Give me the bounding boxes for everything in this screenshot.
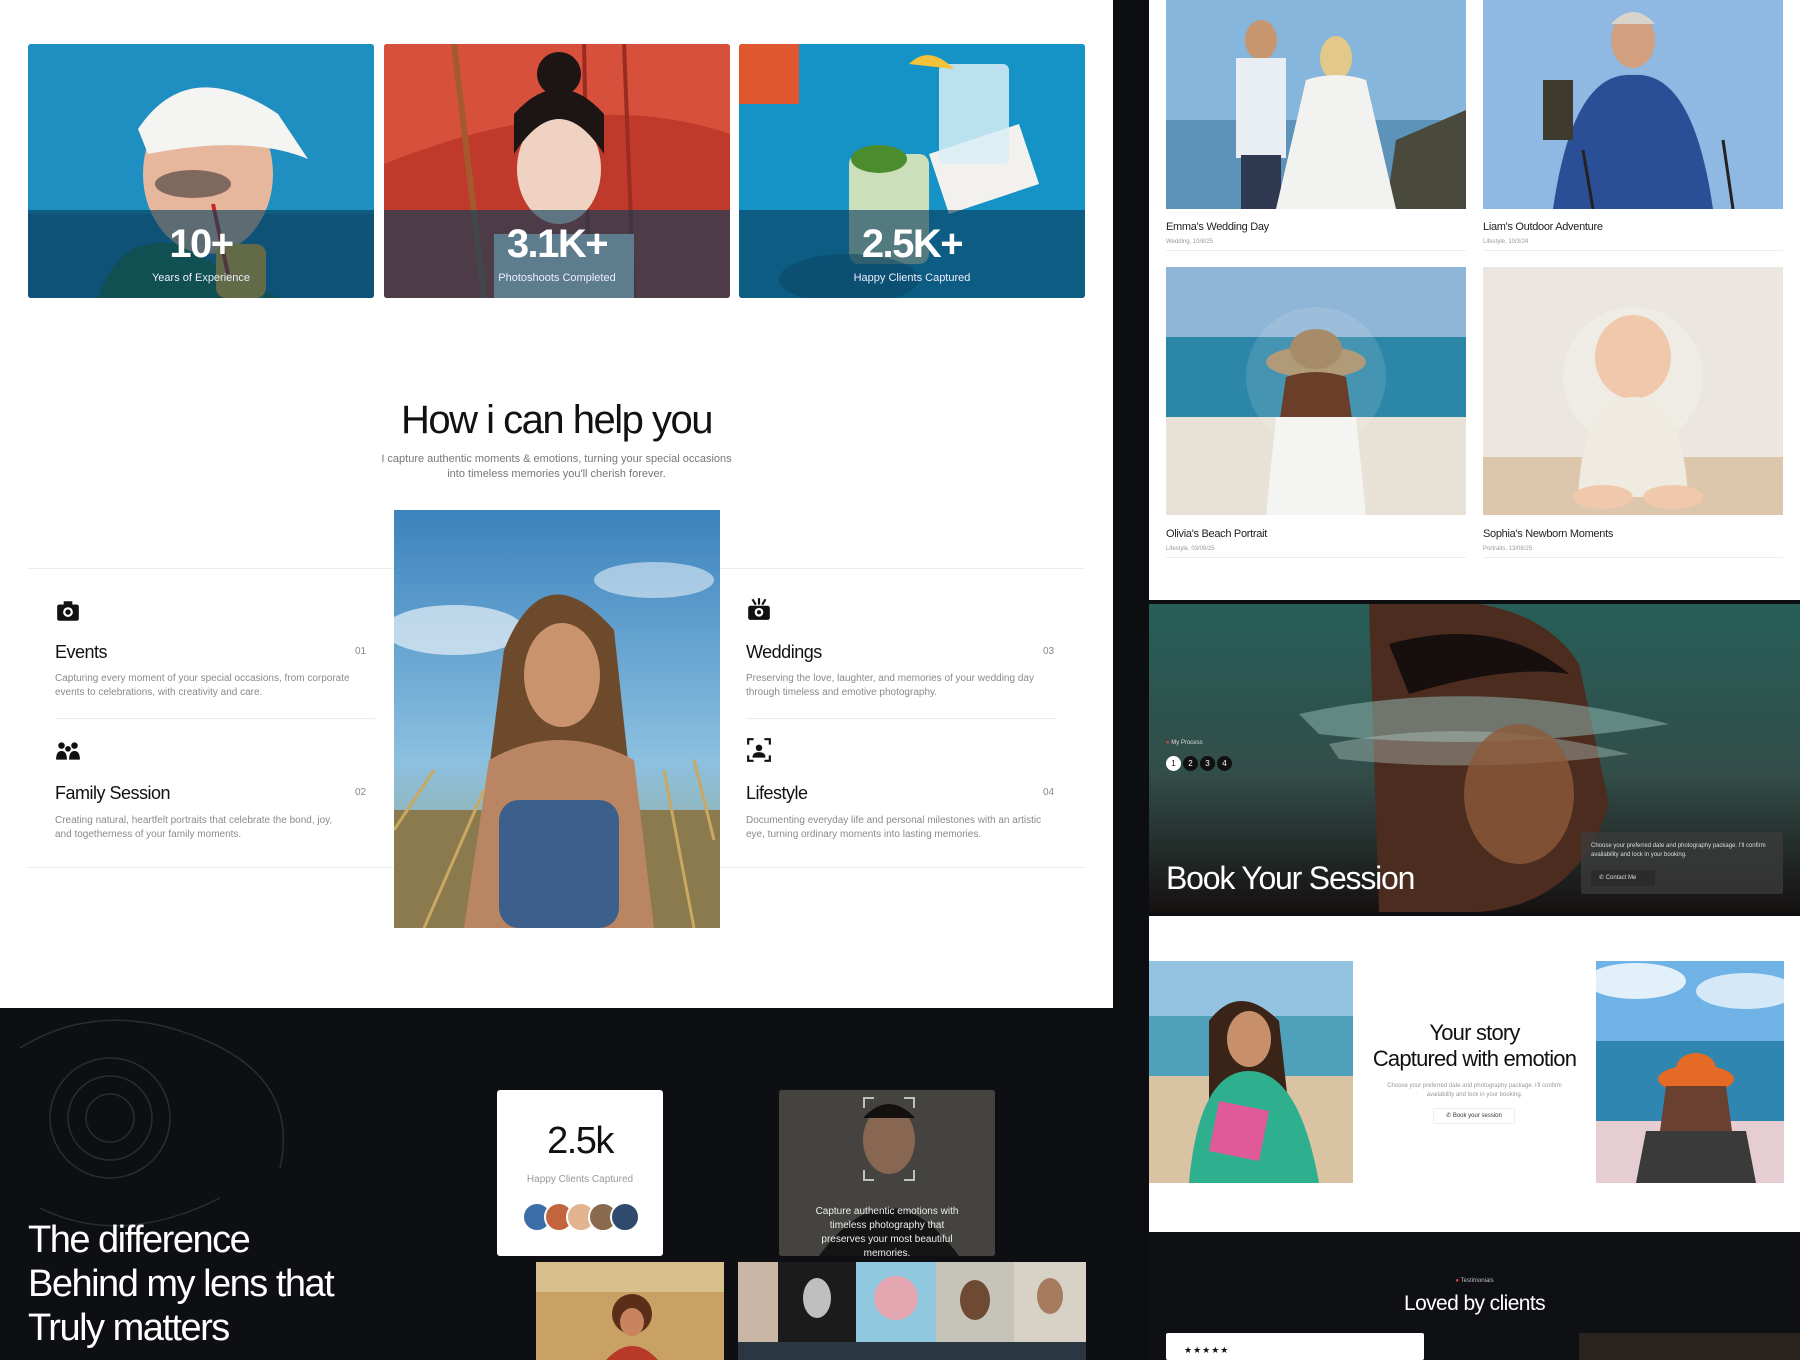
- process-steps: 1 2 3 4: [1166, 756, 1232, 771]
- page-root: 10+ Years of Experience 3.1K+ Photoshoot…: [0, 0, 1800, 1360]
- stat-value: 2.5K+: [861, 222, 964, 266]
- happy-clients-card: 2.5k Happy Clients Captured: [497, 1090, 663, 1256]
- avatar: [610, 1202, 640, 1232]
- wedding-couple-photo: [1166, 0, 1466, 209]
- difference-heading: The difference Behind my lens that Truly…: [28, 1218, 335, 1350]
- gallery-meta: Lifestyle, 10/3/24: [1483, 239, 1529, 245]
- stat-label: Photoshoots Completed: [498, 272, 616, 284]
- difference-line: Behind my lens that: [28, 1263, 335, 1305]
- quote-text: Capture authentic emotions with timeless…: [815, 1206, 959, 1256]
- gallery-card-liam[interactable]: [1483, 0, 1783, 209]
- left-panel: 10+ Years of Experience 3.1K+ Photoshoot…: [0, 0, 1113, 1008]
- boy-field-photo: [536, 1262, 724, 1360]
- stat-card-clients: 2.5K+ Happy Clients Captured: [739, 44, 1085, 298]
- focus-person-icon: [747, 738, 771, 762]
- step-4[interactable]: 4: [1217, 756, 1232, 771]
- service-title-lifestyle: Lifestyle: [746, 783, 808, 803]
- service-number: 01: [355, 646, 367, 657]
- step-3[interactable]: 3: [1200, 756, 1215, 771]
- gallery-meta: Wedding, 10/8/25: [1166, 239, 1213, 245]
- contact-me-label: Contact Me: [1605, 875, 1637, 881]
- difference-section: 2.5k Happy Clients Captured Capture auth…: [0, 1008, 1113, 1360]
- beach-hat-photo: [1596, 961, 1784, 1183]
- stat-card-experience: 10+ Years of Experience: [28, 44, 374, 298]
- boy-field-image: [536, 1262, 724, 1360]
- gallery-card-olivia[interactable]: [1166, 267, 1466, 515]
- difference-line: The difference: [28, 1219, 251, 1261]
- gallery-meta: Portraits, 13/08/25: [1483, 546, 1533, 552]
- gallery-card-sophia[interactable]: [1483, 267, 1783, 515]
- stat-label: Years of Experience: [151, 272, 251, 284]
- camera-icon: [57, 601, 79, 621]
- beach-portrait-photo: [1166, 267, 1466, 515]
- step-1[interactable]: 1: [1166, 756, 1181, 771]
- gallery-title: Olivia's Beach Portrait: [1166, 528, 1267, 540]
- help-title: How i can help you: [401, 398, 713, 442]
- service-number: 04: [1043, 787, 1055, 798]
- service-desc: Preserving the love, laughter, and memor…: [746, 673, 1034, 698]
- newborn-photo: [1483, 267, 1783, 515]
- gallery-title: Sophia's Newborn Moments: [1483, 528, 1614, 540]
- service-title-events: Events: [55, 642, 108, 662]
- step-2[interactable]: 2: [1183, 756, 1198, 771]
- service-desc: Documenting everyday life and personal m…: [746, 815, 1042, 840]
- testimonials-label-text: Testimonials: [1460, 1278, 1494, 1284]
- gallery-section: Emma's Wedding Day Wedding, 10/8/25 Liam…: [1149, 0, 1800, 600]
- camera-sketch-decoration: [19, 1019, 285, 1227]
- process-label-text: My Process: [1171, 740, 1203, 746]
- gallery-title: Emma's Wedding Day: [1166, 221, 1269, 233]
- contact-me-button[interactable]: ✆ Contact Me: [1591, 870, 1655, 886]
- difference-line: Truly matters: [28, 1307, 230, 1349]
- divider: [55, 718, 375, 719]
- avatar-stack: [522, 1202, 640, 1234]
- divider: [746, 718, 1056, 719]
- service-desc: Capturing every moment of your special o…: [55, 673, 350, 698]
- family-icon: [56, 742, 80, 760]
- divider: [1483, 557, 1783, 558]
- book-your-session-label: Book your session: [1452, 1113, 1502, 1119]
- book-info-card: Choose your preferred date and photograp…: [1581, 832, 1783, 894]
- quote-card: Capture authentic emotions with timeless…: [779, 1090, 995, 1256]
- help-subtitle: I capture authentic moments & emotions, …: [381, 453, 732, 480]
- story-text: Choose your preferred date and photograp…: [1387, 1083, 1562, 1098]
- story-section: Your story Captured with emotion Choose …: [1149, 916, 1800, 1232]
- woman-field-portrait: [394, 510, 720, 928]
- gallery-title: Liam's Outdoor Adventure: [1483, 221, 1603, 233]
- service-number: 03: [1043, 646, 1055, 657]
- testimonials-section: ● Testimonials Loved by clients ★★★★★: [1149, 1232, 1800, 1360]
- stat-value: 10+: [169, 222, 234, 266]
- testimonial-photo: [1579, 1333, 1800, 1360]
- portrait-mosaic-image: [738, 1262, 1086, 1360]
- testimonials-label: ● Testimonials: [1149, 1278, 1800, 1284]
- process-label: ● My Process: [1166, 740, 1203, 746]
- book-session-section: ● My Process 1 2 3 4 Book Your Session C…: [1149, 604, 1800, 912]
- divider: [1483, 250, 1783, 251]
- wedding-camera-icon: [748, 598, 770, 620]
- service-title-family: Family Session: [55, 783, 171, 803]
- book-text: Choose your preferred date and photograp…: [1591, 843, 1766, 858]
- book-your-session-button[interactable]: ✆ Book your session: [1433, 1108, 1515, 1124]
- phone-icon: ✆: [1599, 875, 1606, 881]
- portrait-mosaic: [738, 1262, 1086, 1360]
- testimonial-card: ★★★★★: [1166, 1333, 1424, 1360]
- happy-clients-label: Happy Clients Captured: [526, 1174, 634, 1185]
- woman-beach-photo: [1149, 961, 1353, 1183]
- rating-stars: ★★★★★: [1184, 1345, 1230, 1355]
- gallery-card-emma[interactable]: [1166, 0, 1466, 209]
- service-desc: Creating natural, heartfelt portraits th…: [55, 815, 333, 840]
- gallery-meta: Lifestyle, 03/08/25: [1166, 546, 1215, 552]
- divider: [1166, 557, 1466, 558]
- stat-card-photoshoots: 3.1K+ Photoshoots Completed: [384, 44, 730, 298]
- service-title-weddings: Weddings: [746, 642, 822, 662]
- stat-label: Happy Clients Captured: [853, 272, 971, 284]
- hiker-photo: [1483, 0, 1783, 209]
- happy-clients-value: 2.5k: [547, 1120, 614, 1162]
- testimonials-title: Loved by clients: [1404, 1292, 1546, 1315]
- service-number: 02: [355, 787, 367, 798]
- phone-icon: ✆: [1446, 1113, 1453, 1119]
- book-title: Book Your Session: [1166, 860, 1415, 896]
- stat-value: 3.1K+: [506, 222, 609, 266]
- divider: [1166, 250, 1466, 251]
